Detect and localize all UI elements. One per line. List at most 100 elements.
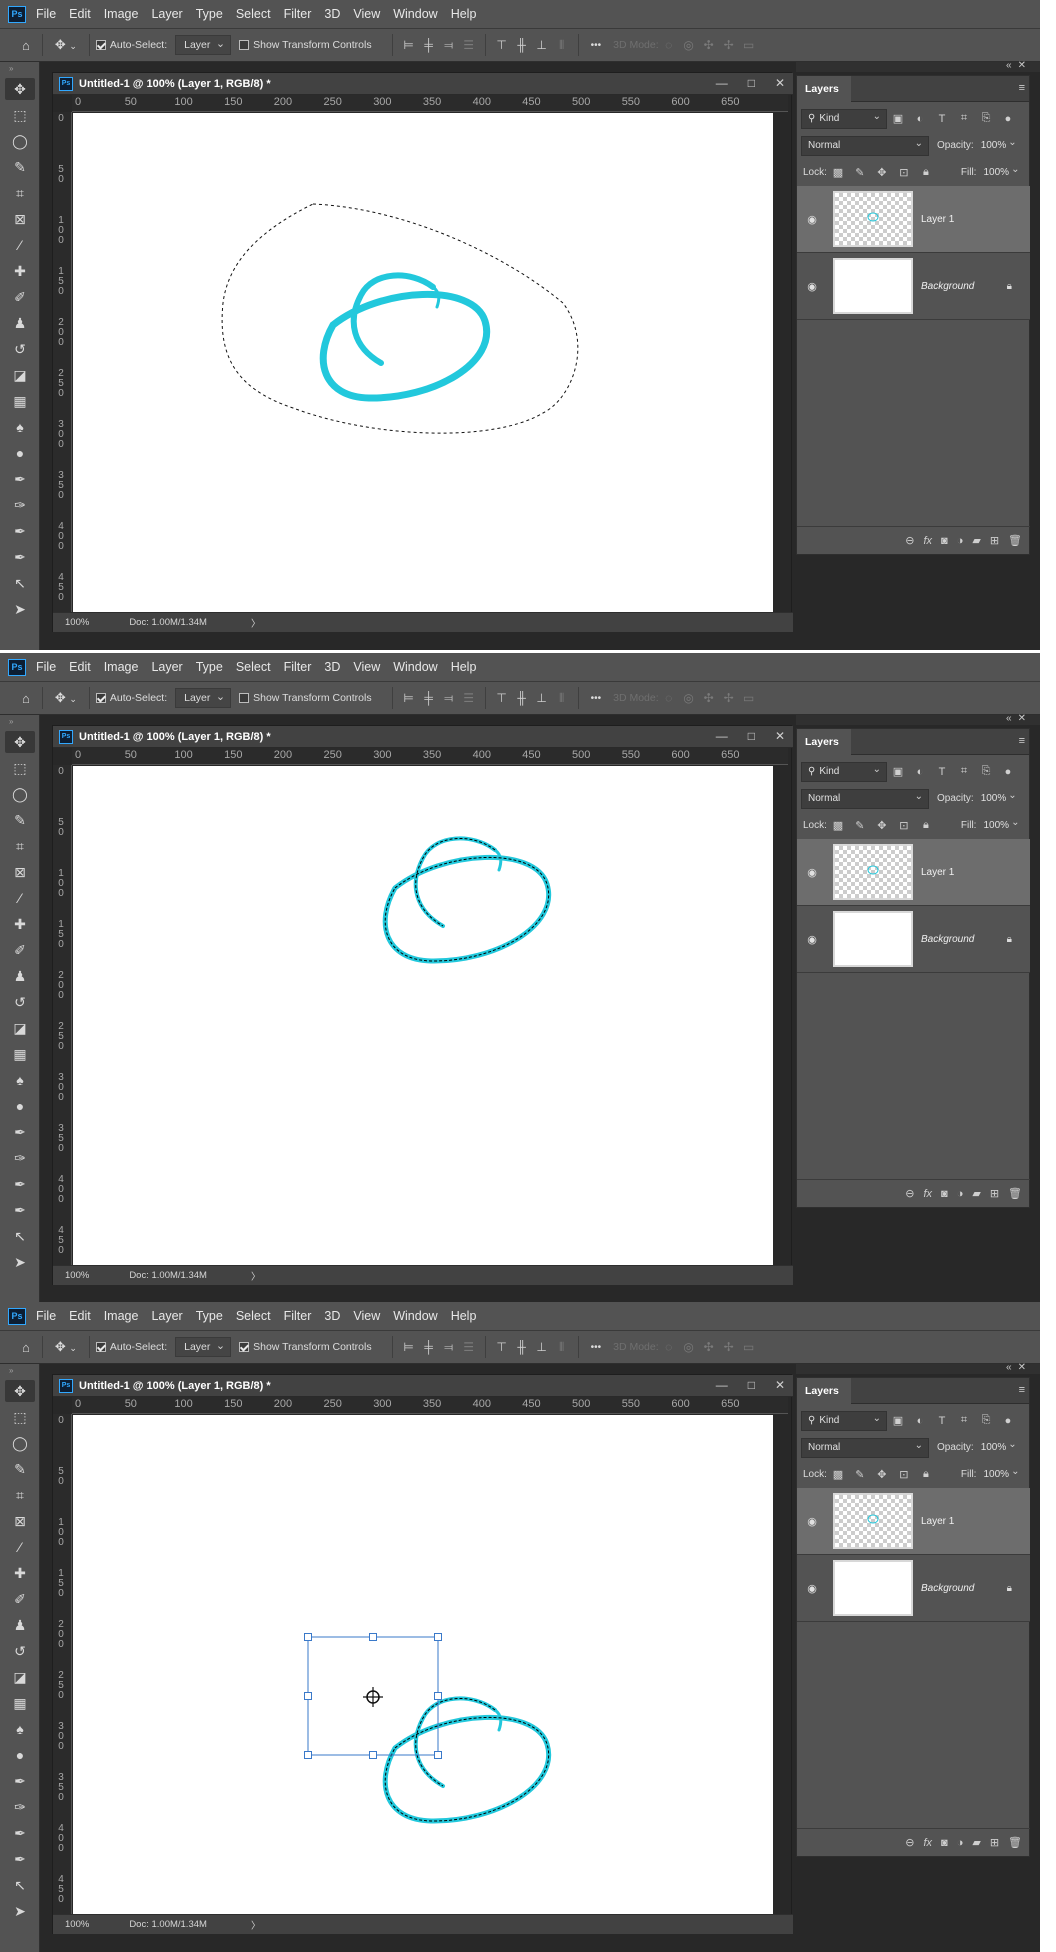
move-tool-preset-icon[interactable]: ✥ ⌄ <box>55 37 77 53</box>
3d-slide-icon[interactable]: ✢ <box>719 1340 739 1354</box>
cyan-ellipse-stroke[interactable] <box>319 272 491 402</box>
lock-artboard-icon[interactable]: ⊡ <box>893 819 915 832</box>
add-anchor-tool-icon[interactable]: ✒ <box>5 546 35 568</box>
auto-select-target-dropdown[interactable]: Layer <box>175 1337 232 1357</box>
cyan-ellipse-stroke[interactable] <box>382 1696 552 1824</box>
eyedropper-tool-icon[interactable]: ⁄ <box>5 234 35 256</box>
menu-type[interactable]: Type <box>196 1309 223 1323</box>
delete-layer-icon[interactable]: 🗑︎ <box>1008 534 1022 547</box>
menu-edit[interactable]: Edit <box>69 660 91 674</box>
filter-adjustment-icon[interactable]: ◐ <box>909 113 931 125</box>
lock-artboard-icon[interactable]: ⊡ <box>893 166 915 179</box>
menu-image[interactable]: Image <box>104 1309 139 1323</box>
collapse-toolbar-icon[interactable]: » <box>0 715 39 729</box>
direct-selection-tool-icon[interactable]: ➤ <box>5 1251 35 1273</box>
frame-tool-icon[interactable]: ⊠ <box>5 861 35 883</box>
visibility-eye-icon[interactable]: ◉ <box>801 1515 823 1528</box>
menu-file[interactable]: File <box>36 1309 56 1323</box>
lock-all-icon[interactable]: 🔒︎ <box>915 166 937 179</box>
history-brush-tool-icon[interactable]: ↺ <box>5 1640 35 1662</box>
home-icon[interactable]: ⌂ <box>22 38 30 53</box>
curvature-pen-tool-icon[interactable]: ✒ <box>5 1822 35 1844</box>
lock-position-icon[interactable]: ✥ <box>871 1468 893 1481</box>
menu-image[interactable]: Image <box>104 7 139 21</box>
new-adjustment-icon[interactable]: ◑ <box>957 1837 964 1849</box>
dodge-tool-icon[interactable]: ● <box>5 1744 35 1766</box>
menu-window[interactable]: Window <box>393 7 437 21</box>
lasso-tool-icon[interactable]: ◯ <box>5 1432 35 1454</box>
lock-all-icon[interactable]: 🔒︎ <box>915 1468 937 1481</box>
3d-camera-icon[interactable]: ▭ <box>739 38 759 52</box>
blend-mode-dropdown[interactable]: Normal <box>801 135 929 156</box>
gradient-tool-icon[interactable]: ▦ <box>5 1043 35 1065</box>
align-vcenter-icon[interactable]: ╫ <box>512 691 532 705</box>
fill-input[interactable]: 100% <box>980 815 1025 836</box>
canvas[interactable] <box>73 1415 773 1915</box>
panel-menu-icon[interactable]: ≡ <box>1019 82 1025 94</box>
menu-layer[interactable]: Layer <box>151 660 182 674</box>
align-bottom-icon[interactable]: ⊥ <box>532 1340 552 1354</box>
rectangular-marquee-tool-icon[interactable]: ⬚ <box>5 104 35 126</box>
layer-style-icon[interactable]: fx <box>923 1188 932 1200</box>
menu-select[interactable]: Select <box>236 7 271 21</box>
filter-smart-object-icon[interactable]: ⎘ <box>975 1414 997 1427</box>
eyedropper-tool-icon[interactable]: ⁄ <box>5 887 35 909</box>
frame-tool-icon[interactable]: ⊠ <box>5 208 35 230</box>
visibility-eye-icon[interactable]: ◉ <box>801 1582 823 1595</box>
crop-tool-icon[interactable]: ⌗ <box>5 182 35 204</box>
opacity-input[interactable]: 100% <box>977 135 1022 156</box>
menu-select[interactable]: Select <box>236 1309 271 1323</box>
add-mask-icon[interactable]: ◙ <box>941 1188 948 1200</box>
link-layers-icon[interactable]: ⊖ <box>905 534 914 547</box>
show-transform-controls-checkbox[interactable]: Show Transform Controls <box>239 39 372 51</box>
blend-mode-dropdown[interactable]: Normal <box>801 1437 929 1458</box>
3d-roll-icon[interactable]: ◎ <box>679 38 699 52</box>
align-left-icon[interactable]: ⊨ <box>399 1340 419 1354</box>
3d-slide-icon[interactable]: ✢ <box>719 691 739 705</box>
filter-toggle-icon[interactable]: ● <box>997 1415 1019 1427</box>
tab-layers[interactable]: Layers <box>797 728 851 755</box>
new-group-icon[interactable]: ▰ <box>972 1187 980 1200</box>
layer-name[interactable]: Layer 1 <box>921 867 954 878</box>
gradient-tool-icon[interactable]: ▦ <box>5 1692 35 1714</box>
menu-view[interactable]: View <box>353 660 380 674</box>
align-top-icon[interactable]: ⊤ <box>492 1340 512 1354</box>
menu-3d[interactable]: 3D <box>324 7 340 21</box>
more-options-button[interactable]: ••• <box>591 40 602 51</box>
align-hcenter-icon[interactable]: ╪ <box>419 1340 439 1354</box>
layer-name[interactable]: Background <box>921 1583 974 1594</box>
layer-row-layer-1[interactable]: ◉ Layer 1 <box>797 186 1030 253</box>
crop-tool-icon[interactable]: ⌗ <box>5 835 35 857</box>
gradient-tool-icon[interactable]: ▦ <box>5 390 35 412</box>
align-top-icon[interactable]: ⊤ <box>492 38 512 52</box>
dodge-tool-icon[interactable]: ● <box>5 442 35 464</box>
menu-filter[interactable]: Filter <box>284 660 312 674</box>
collapse-toolbar-icon[interactable]: » <box>0 1364 39 1378</box>
path-selection-tool-icon[interactable]: ↖ <box>5 572 35 594</box>
lock-position-icon[interactable]: ✥ <box>871 166 893 179</box>
3d-roll-icon[interactable]: ◎ <box>679 1340 699 1354</box>
document-tab[interactable]: Ps Untitled-1 @ 100% (Layer 1, RGB/8) * … <box>53 1375 793 1397</box>
layer-name[interactable]: Layer 1 <box>921 1516 954 1527</box>
history-brush-tool-icon[interactable]: ↺ <box>5 338 35 360</box>
auto-select-checkbox[interactable]: Auto-Select: <box>95 39 167 51</box>
layer-row-background[interactable]: ◉ Background 🔒︎ <box>797 253 1030 320</box>
align-bottom-icon[interactable]: ⊥ <box>532 691 552 705</box>
add-mask-icon[interactable]: ◙ <box>941 1837 948 1849</box>
brush-tool-icon[interactable]: ✐ <box>5 1588 35 1610</box>
new-group-icon[interactable]: ▰ <box>972 534 980 547</box>
show-transform-controls-checkbox[interactable]: Show Transform Controls <box>239 1341 372 1353</box>
healing-brush-tool-icon[interactable]: ✚ <box>5 913 35 935</box>
layer-style-icon[interactable]: fx <box>923 535 932 547</box>
new-adjustment-icon[interactable]: ◑ <box>957 535 964 547</box>
crop-tool-icon[interactable]: ⌗ <box>5 1484 35 1506</box>
lock-transparent-icon[interactable]: ▩ <box>827 166 849 179</box>
curvature-pen-tool-icon[interactable]: ✒ <box>5 520 35 542</box>
more-options-button[interactable]: ••• <box>591 1342 602 1353</box>
pen-tool-icon[interactable]: ✒ <box>5 1770 35 1792</box>
pen-tool-icon[interactable]: ✒ <box>5 1121 35 1143</box>
auto-select-checkbox[interactable]: Auto-Select: <box>95 692 167 704</box>
more-options-button[interactable]: ••• <box>591 693 602 704</box>
filter-smart-object-icon[interactable]: ⎘ <box>975 765 997 778</box>
home-icon[interactable]: ⌂ <box>22 691 30 706</box>
